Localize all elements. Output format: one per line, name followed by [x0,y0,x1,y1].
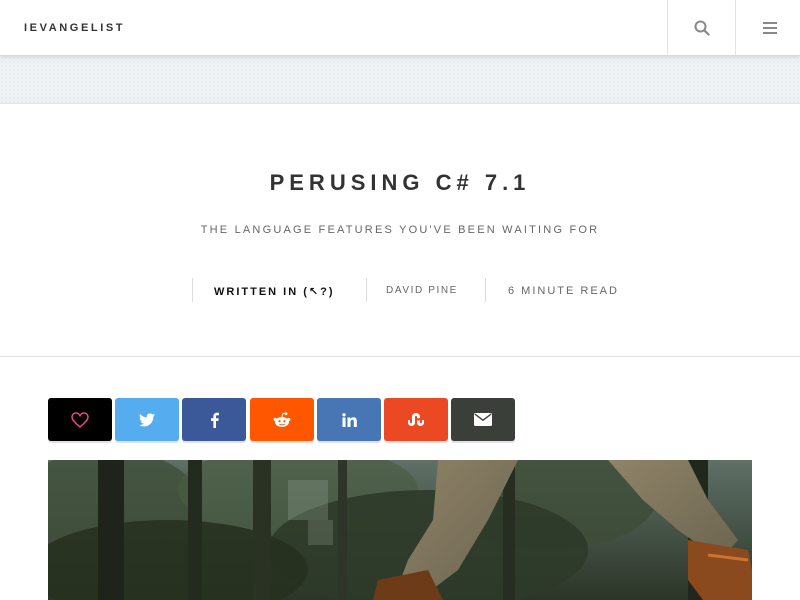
meta-divider [366,278,367,302]
reddit-share-button[interactable] [250,398,314,441]
stumbleupon-share-button[interactable] [384,398,448,441]
post-title: PERUSING C# 7.1 [269,170,531,195]
twitter-share-button[interactable] [115,398,179,441]
post-subtitle: THE LANGUAGE FEATURES YOU'VE BEEN WAITIN… [200,224,600,236]
section-divider [0,356,800,357]
heart-icon [71,411,89,428]
hero-image [48,460,752,600]
forest-hiker-photo [48,460,752,600]
like-button[interactable] [48,398,112,441]
meta-divider [192,278,193,302]
twitter-icon [139,412,155,426]
email-share-button[interactable] [451,398,515,441]
facebook-share-button[interactable] [182,398,246,441]
top-navbar: IEVANGELIST [0,0,800,56]
stumbleupon-icon [408,413,424,426]
search-button[interactable] [667,0,735,56]
email-icon [474,413,492,426]
linkedin-icon [341,412,357,427]
menu-button[interactable] [735,0,800,56]
facebook-icon [210,412,219,428]
meta-read-time: 6 MINUTE READ [508,285,619,297]
header-pattern-band [0,56,800,104]
search-icon [694,20,710,36]
site-brand[interactable]: IEVANGELIST [24,22,125,34]
meta-author[interactable]: DAVID PINE [386,285,458,296]
reddit-icon [273,411,291,427]
linkedin-share-button[interactable] [317,398,381,441]
meta-written-in[interactable]: WRITTEN IN (↖?) [214,285,334,298]
menu-icon [762,22,777,34]
meta-divider [485,278,486,302]
